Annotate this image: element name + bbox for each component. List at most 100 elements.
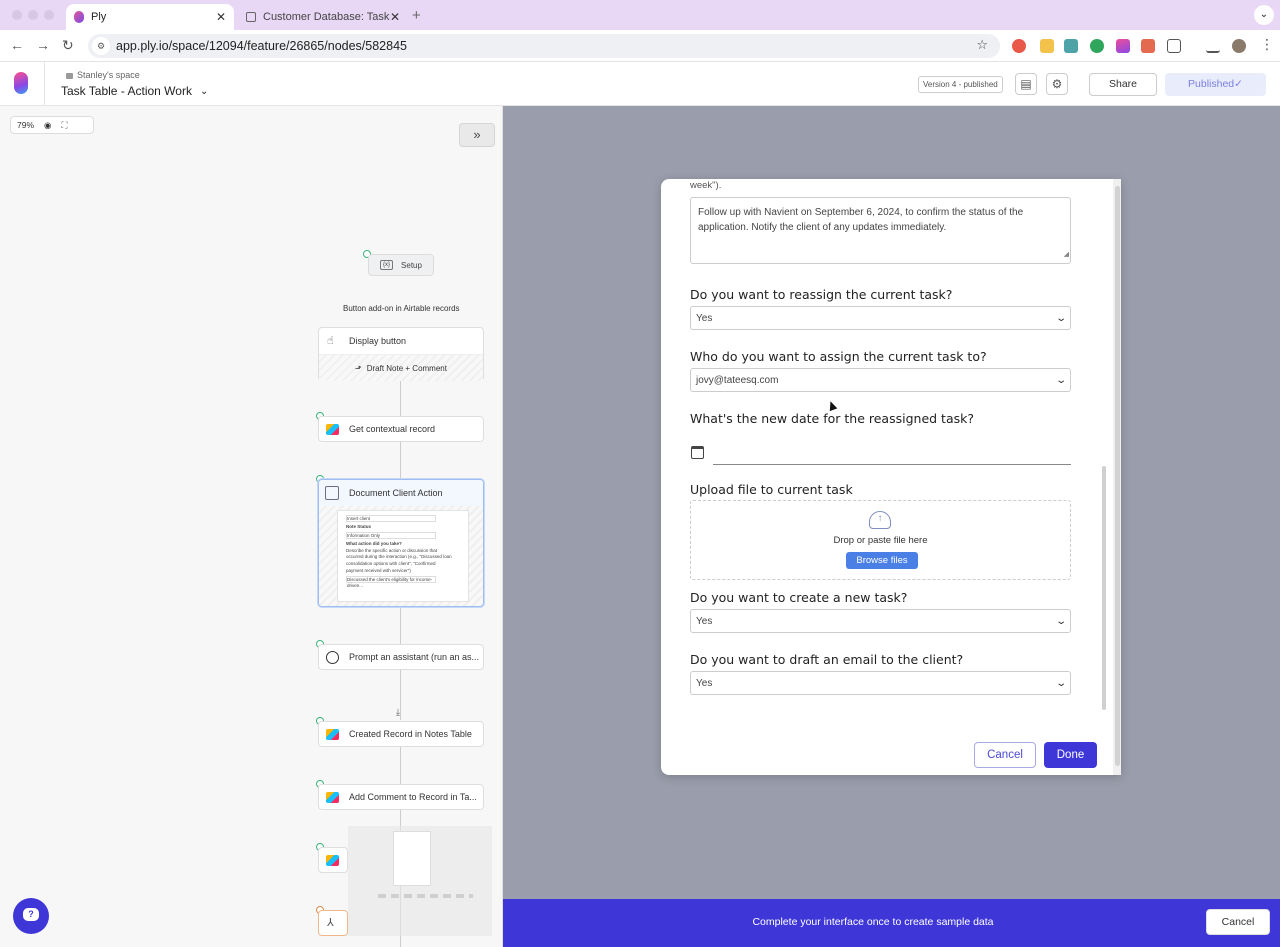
cloud-upload-icon: ↑ xyxy=(869,511,891,529)
window-close-control[interactable] xyxy=(12,10,22,20)
address-bar: ← → ↻ ⚙ app.ply.io/space/12094/feature/2… xyxy=(0,30,1280,62)
minimap[interactable] xyxy=(348,826,492,936)
download-icon[interactable] xyxy=(1206,39,1220,53)
node-get-contextual-record[interactable]: Get contextual record xyxy=(318,416,484,442)
new-task-select[interactable]: Yes ⌄ xyxy=(690,609,1071,633)
page-title-dropdown[interactable]: Task Table - Action Work ⌄ xyxy=(61,84,208,98)
extension-green-icon[interactable] xyxy=(1090,39,1104,53)
node-label: Get contextual record xyxy=(349,424,436,434)
mini-help: payment received with servicer") xyxy=(346,567,411,573)
node-label: Prompt an assistant (run an as... xyxy=(349,652,480,662)
reassign-select[interactable]: Yes ⌄ xyxy=(690,306,1071,330)
calendar-icon[interactable] xyxy=(691,446,704,459)
browser-tab-bar: Ply ✕ Customer Database: Tasks - / ✕ + ⌄ xyxy=(0,0,1280,30)
select-value: Yes xyxy=(696,615,713,627)
node-document-client-action[interactable]: Document Client Action Insert client Not… xyxy=(318,479,484,607)
extensions-puzzle-icon[interactable] xyxy=(1167,39,1181,53)
zoom-control[interactable]: 79% ◉ ⛶ xyxy=(10,116,94,134)
mini-field: Information Only xyxy=(346,531,436,539)
file-drop-zone[interactable]: ↑ Drop or paste file here Browse files xyxy=(690,500,1071,580)
group-label: Button add-on in Airtable records xyxy=(343,304,460,313)
setup-node[interactable]: {x} Setup xyxy=(368,254,434,276)
profile-avatar[interactable] xyxy=(1232,39,1246,53)
date-input[interactable] xyxy=(713,464,1071,465)
sample-data-message: Complete your interface once to create s… xyxy=(752,916,994,928)
flow-connector xyxy=(400,381,401,416)
display-button-node[interactable]: ☝ Display button ⬏ Draft Note + Comment xyxy=(318,327,484,381)
question-new-date: What's the new date for the reassigned t… xyxy=(690,411,974,426)
help-chat-button[interactable]: ? xyxy=(13,898,49,934)
back-arrow-icon[interactable]: ← xyxy=(10,37,24,53)
chevron-down-icon: ⌄ xyxy=(1054,615,1067,627)
space-breadcrumb[interactable]: Stanley's space xyxy=(66,70,140,80)
select-value: Yes xyxy=(696,677,713,689)
question-draft-email: Do you want to draft an email to the cli… xyxy=(690,652,964,667)
tab-close-icon[interactable]: ✕ xyxy=(390,10,400,24)
follow-up-textarea[interactable]: Follow up with Navient on September 6, 2… xyxy=(690,197,1071,264)
node-label: Document Client Action xyxy=(349,488,443,498)
form-scrollbar-thumb[interactable] xyxy=(1102,466,1106,710)
question-assignee: Who do you want to assign the current ta… xyxy=(690,349,987,364)
ply-logo-icon[interactable] xyxy=(14,72,28,94)
airtable-icon xyxy=(326,729,339,740)
published-button[interactable]: Published✓ xyxy=(1165,73,1266,96)
expand-panel-button[interactable]: » xyxy=(459,123,495,147)
node-prompt-assistant[interactable]: Prompt an assistant (run an as... xyxy=(318,644,484,670)
flow-connector xyxy=(400,442,401,479)
url-text: app.ply.io/space/12094/feature/26865/nod… xyxy=(116,39,407,53)
settings-gear-icon[interactable]: ⚙ xyxy=(1046,73,1068,95)
forward-arrow-icon[interactable]: → xyxy=(36,37,50,53)
fullscreen-icon[interactable]: ⛶ xyxy=(61,120,67,131)
flow-connector xyxy=(400,670,401,720)
window-zoom-control[interactable] xyxy=(44,10,54,20)
setup-label: Setup xyxy=(401,260,422,270)
extension-calendar-icon[interactable] xyxy=(1141,39,1155,53)
question-new-task: Do you want to create a new task? xyxy=(690,590,908,605)
recenter-icon[interactable]: ◉ xyxy=(44,120,51,131)
site-info-icon[interactable]: ⚙ xyxy=(92,37,110,55)
url-field[interactable]: ⚙ app.ply.io/space/12094/feature/26865/n… xyxy=(88,34,1000,58)
window-minimize-control[interactable] xyxy=(28,10,38,20)
flow-connector xyxy=(400,747,401,784)
app-header: Stanley's space Task Table - Action Work… xyxy=(0,62,1280,106)
preview-icon[interactable]: ▤ xyxy=(1015,73,1037,95)
extension-ply-icon[interactable] xyxy=(1116,39,1130,53)
node-add-comment[interactable]: Add Comment to Record in Ta... xyxy=(318,784,484,810)
extension-teal-icon[interactable] xyxy=(1064,39,1078,53)
node-airtable-partial[interactable] xyxy=(318,847,348,873)
variable-icon: {x} xyxy=(380,260,394,270)
browse-files-button[interactable]: Browse files xyxy=(846,552,918,569)
question-upload: Upload file to current task xyxy=(690,482,853,497)
assignee-select[interactable]: jovy@tateesq.com ⌄ xyxy=(690,368,1071,392)
done-button[interactable]: Done xyxy=(1044,742,1097,768)
minimap-row xyxy=(378,894,473,898)
truncated-help-text: week"). xyxy=(690,180,722,191)
airtable-icon xyxy=(326,792,339,803)
modal-scrollbar-thumb[interactable] xyxy=(1115,186,1120,766)
workflow-canvas[interactable]: 79% ◉ ⛶ » {x} Setup Button add-on in Air… xyxy=(0,106,503,947)
branch-icon: ⅄ xyxy=(327,917,334,929)
draft-email-select[interactable]: Yes ⌄ xyxy=(690,671,1071,695)
zoom-level: 79% xyxy=(17,120,35,130)
tab-customer-database[interactable]: Customer Database: Tasks - / ✕ xyxy=(238,4,408,30)
node-branch-partial[interactable]: ⅄ xyxy=(318,910,348,936)
interface-thumbnail: Insert client Note Status Information On… xyxy=(319,506,483,606)
resize-grip-icon[interactable]: ◢ xyxy=(1064,247,1069,262)
reload-icon[interactable]: ↻ xyxy=(62,37,74,54)
share-button[interactable]: Share xyxy=(1089,73,1157,96)
new-tab-button[interactable]: + xyxy=(412,7,421,24)
cancel-button[interactable]: Cancel xyxy=(974,742,1036,768)
tab-search-chevron-icon[interactable]: ⌄ xyxy=(1254,5,1274,25)
node-created-record[interactable]: Created Record in Notes Table xyxy=(318,721,484,747)
bookmark-star-icon[interactable]: ☆ xyxy=(976,37,988,53)
page-title: Task Table - Action Work xyxy=(61,84,192,98)
airtable-icon xyxy=(326,424,339,435)
extension-pen-icon[interactable] xyxy=(1040,39,1054,53)
tab-close-icon[interactable]: ✕ xyxy=(216,10,226,24)
bottom-cancel-button[interactable]: Cancel xyxy=(1206,909,1270,935)
extension-red-icon[interactable] xyxy=(1012,39,1026,53)
browser-menu-icon[interactable]: ⋮ xyxy=(1260,36,1274,53)
version-badge: Version 4 - published xyxy=(918,76,1003,93)
draft-note-label: Draft Note + Comment xyxy=(366,363,447,373)
tab-ply[interactable]: Ply ✕ xyxy=(66,4,234,30)
